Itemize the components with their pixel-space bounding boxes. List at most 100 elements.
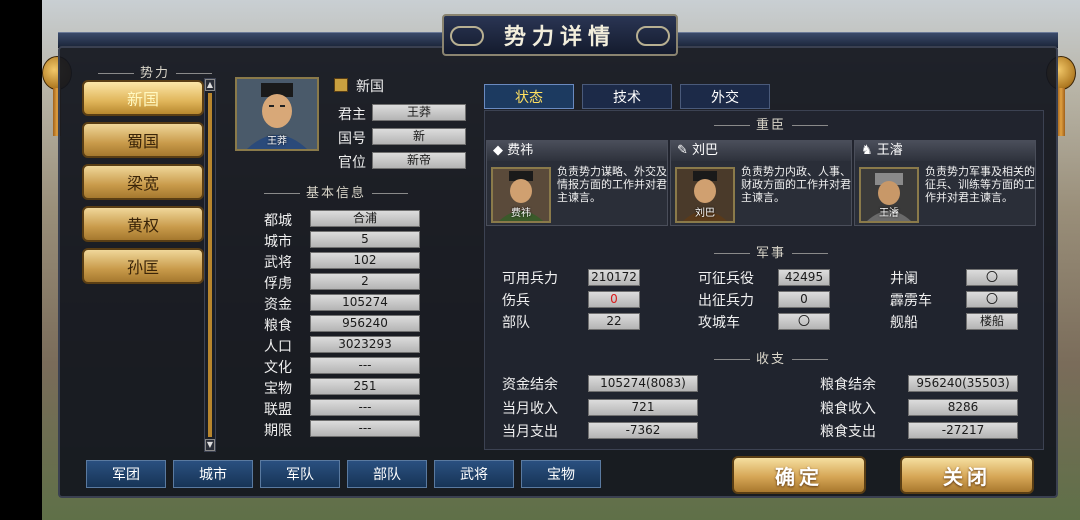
fin-label: 粮食支出 <box>820 424 876 440</box>
info-value: 105274 <box>310 294 420 311</box>
tab-technology[interactable]: 技术 <box>582 84 672 109</box>
scroll-up-icon[interactable]: ▲ <box>205 79 215 91</box>
leader-portrait: 王莽 <box>235 77 319 151</box>
info-label: 资金 <box>264 297 292 313</box>
info-value: 5 <box>310 231 420 248</box>
mil-label: 可用兵力 <box>502 271 558 287</box>
info-label: 人口 <box>264 339 292 355</box>
title-plate: 势力详情 <box>442 14 678 56</box>
fin-value: 956240(35503) <box>908 375 1018 392</box>
scroll-down-icon[interactable]: ▼ <box>205 439 215 451</box>
minister-name: ✎ 刘巴 <box>671 141 851 161</box>
close-button[interactable]: 关闭 <box>900 456 1034 494</box>
info-label: 期限 <box>264 423 292 439</box>
fin-label: 资金结余 <box>502 377 558 393</box>
tab-status[interactable]: 状态 <box>484 84 574 109</box>
mil-label: 出征兵力 <box>698 293 754 309</box>
tab-diplomacy[interactable]: 外交 <box>680 84 770 109</box>
force-item-liangkuan[interactable]: 梁宽 <box>82 164 204 200</box>
cloud-ornament-icon <box>636 26 670 46</box>
mil-value: 0 <box>588 291 640 308</box>
force-item-sunkuang[interactable]: 孙匡 <box>82 248 204 284</box>
mil-label: 井阑 <box>890 271 918 287</box>
info-value: 956240 <box>310 315 420 332</box>
minister-name-text: 刘巴 <box>692 143 719 158</box>
fin-label: 粮食收入 <box>820 401 876 417</box>
info-value: 合浦 <box>310 210 420 227</box>
mil-value: 楼船 <box>966 313 1018 330</box>
info-value: 102 <box>310 252 420 269</box>
info-label: 都城 <box>264 213 292 229</box>
tab-general[interactable]: 武将 <box>434 460 514 488</box>
info-label: 粮食 <box>264 318 292 334</box>
leader-value-rank: 新帝 <box>372 152 466 169</box>
minister-card[interactable]: ♞ 王濬 王濬 负责势力军事及相关的征兵、训练等方面的工作并对君主谏言。 <box>854 140 1036 226</box>
leader-value-country: 新 <box>372 128 466 145</box>
force-item-xin[interactable]: 新国 <box>82 80 204 116</box>
minister-name-text: 王濬 <box>876 143 903 158</box>
leader-portrait-name: 王莽 <box>267 136 287 147</box>
minister-desc: 负责势力内政、人事、财政方面的工作并对君主谏言。 <box>741 165 851 204</box>
fin-label: 当月支出 <box>502 424 558 440</box>
leader-label-rank: 官位 <box>338 155 366 171</box>
mil-value: 210172 <box>588 269 640 286</box>
info-value: --- <box>310 399 420 416</box>
mil-label: 舰船 <box>890 315 918 331</box>
minister-desc: 负责势力军事及相关的征兵、训练等方面的工作并对君主谏言。 <box>925 165 1035 204</box>
page-title: 势力详情 <box>503 24 616 50</box>
fin-value: 721 <box>588 399 698 416</box>
mil-value: 〇 <box>966 269 1018 286</box>
info-value: --- <box>310 357 420 374</box>
minister-portrait: 刘巴 <box>675 167 735 223</box>
minister-strategy-icon: ◆ <box>493 143 508 158</box>
info-label: 俘虏 <box>264 276 292 292</box>
faction-flag-icon <box>334 78 348 92</box>
info-label: 联盟 <box>264 402 292 418</box>
minister-portrait: 费祎 <box>491 167 551 223</box>
minister-card[interactable]: ◆ 费祎 费祎 负责势力谋略、外交及情报方面的工作并对君主谏言。 <box>486 140 668 226</box>
fin-value: 8286 <box>908 399 1018 416</box>
minister-card[interactable]: ✎ 刘巴 刘巴 负责势力内政、人事、财政方面的工作并对君主谏言。 <box>670 140 852 226</box>
forces-header: 势力 <box>92 62 218 81</box>
faction-name: 新国 <box>356 79 384 95</box>
minister-military-icon: ♞ <box>861 143 877 158</box>
minister-portrait: 王濬 <box>859 167 919 223</box>
force-item-huangquan[interactable]: 黄权 <box>82 206 204 242</box>
tab-city[interactable]: 城市 <box>173 460 253 488</box>
cloud-ornament-icon <box>450 26 484 46</box>
tab-army[interactable]: 军队 <box>260 460 340 488</box>
fin-label: 粮食结余 <box>820 377 876 393</box>
minister-name-text: 费祎 <box>507 143 534 158</box>
mil-label: 霹雳车 <box>890 293 932 309</box>
fin-label: 当月收入 <box>502 401 558 417</box>
fin-value: 105274(8083) <box>588 375 698 392</box>
info-label: 武将 <box>264 255 292 271</box>
mil-value: 22 <box>588 313 640 330</box>
mil-value: 0 <box>778 291 830 308</box>
leader-label-ruler: 君主 <box>338 107 366 123</box>
info-value: 2 <box>310 273 420 290</box>
minister-portrait-name: 费祎 <box>511 208 531 219</box>
fin-value: -7362 <box>588 422 698 439</box>
info-value: 251 <box>310 378 420 395</box>
info-value: 3023293 <box>310 336 420 353</box>
mil-label: 攻城车 <box>698 315 740 331</box>
info-value: --- <box>310 420 420 437</box>
force-list-scrollbar[interactable]: ▲ ▼ <box>204 78 216 452</box>
leader-label-country: 国号 <box>338 131 366 147</box>
basic-info-header: 基本信息 <box>258 182 414 201</box>
tab-legion[interactable]: 军团 <box>86 460 166 488</box>
mil-label: 可征兵役 <box>698 271 754 287</box>
scroll-track[interactable] <box>208 93 212 437</box>
force-item-shu[interactable]: 蜀国 <box>82 122 204 158</box>
minister-interior-icon: ✎ <box>677 143 693 158</box>
mil-value: 〇 <box>966 291 1018 308</box>
leader-value-ruler: 王莽 <box>372 104 466 121</box>
finance-header: 收支 <box>708 348 834 367</box>
minister-name: ◆ 费祎 <box>487 141 667 161</box>
tab-troop[interactable]: 部队 <box>347 460 427 488</box>
military-header: 军事 <box>708 242 834 261</box>
tab-treasure[interactable]: 宝物 <box>521 460 601 488</box>
confirm-button[interactable]: 确定 <box>732 456 866 494</box>
mil-value: 〇 <box>778 313 830 330</box>
